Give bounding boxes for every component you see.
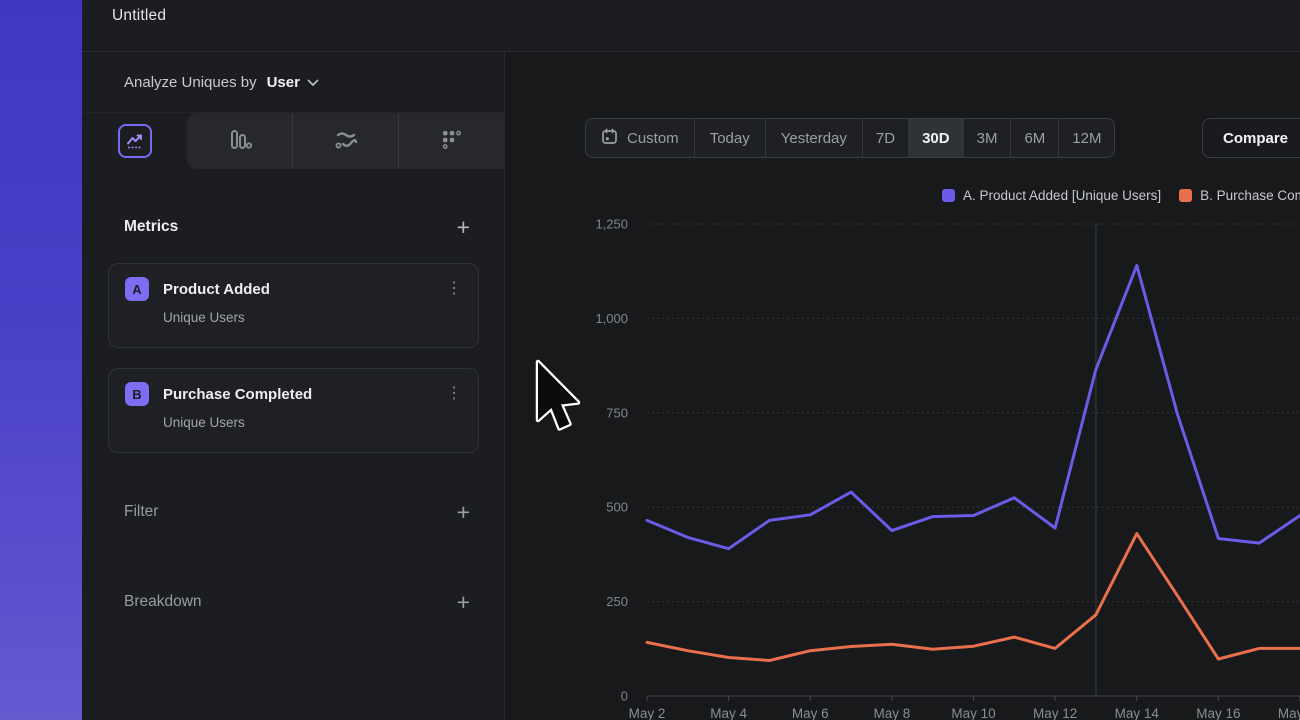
metric-badge-b: B: [125, 382, 149, 406]
svg-text:May 16: May 16: [1196, 706, 1240, 720]
range-yesterday[interactable]: Yesterday: [765, 119, 862, 157]
chart-type-tabstrip: [82, 113, 504, 169]
accent-rail: [0, 0, 82, 720]
metric-card-b[interactable]: B Purchase Completed ⋮ Unique Users: [108, 368, 479, 453]
range-7d[interactable]: 7D: [862, 119, 908, 157]
svg-text:May 14: May 14: [1115, 706, 1160, 720]
svg-text:500: 500: [606, 500, 628, 515]
svg-text:1,000: 1,000: [595, 311, 628, 326]
chart-panel: Custom Today Yesterday 7D 30D 3M 6M 12M …: [505, 52, 1300, 720]
metric-title: Product Added: [163, 281, 270, 298]
range-3m[interactable]: 3M: [963, 119, 1011, 157]
bar-chart-icon: [227, 127, 253, 156]
metric-title: Purchase Completed: [163, 386, 312, 403]
range-label: Custom: [627, 130, 679, 147]
line-chart-icon: [118, 124, 152, 158]
kebab-menu-icon[interactable]: ⋮: [446, 281, 462, 297]
svg-text:May 6: May 6: [792, 706, 829, 720]
svg-text:750: 750: [606, 405, 628, 420]
kebab-menu-icon[interactable]: ⋮: [446, 386, 462, 402]
svg-text:250: 250: [606, 594, 628, 609]
compare-button[interactable]: Compare: [1202, 118, 1300, 158]
retention-grid-icon: [439, 127, 465, 156]
calendar-icon: [601, 128, 618, 149]
chevron-down-icon: [307, 75, 319, 90]
breakdown-section-header: Breakdown +: [124, 589, 470, 615]
metric-subtitle[interactable]: Unique Users: [163, 415, 462, 430]
analyze-label: Analyze Uniques by: [124, 74, 257, 91]
top-bar: Untitled: [82, 0, 1300, 52]
tab-bar-chart[interactable]: [187, 113, 292, 169]
svg-text:May 4: May 4: [710, 706, 747, 720]
query-sidebar: Analyze Uniques by User: [82, 52, 505, 720]
range-6m[interactable]: 6M: [1010, 119, 1058, 157]
report-title[interactable]: Untitled: [112, 7, 166, 25]
svg-text:May 18: May 18: [1278, 706, 1300, 720]
svg-text:1,250: 1,250: [595, 217, 628, 232]
range-12m[interactable]: 12M: [1058, 119, 1114, 157]
svg-text:0: 0: [621, 689, 628, 704]
chart-type-tabs-unselected: [187, 113, 504, 169]
metric-subtitle[interactable]: Unique Users: [163, 310, 462, 325]
range-30d[interactable]: 30D: [908, 119, 963, 157]
svg-text:May 2: May 2: [629, 706, 666, 720]
svg-text:May 12: May 12: [1033, 706, 1077, 720]
metrics-section-header: Metrics +: [124, 214, 470, 240]
date-range-segmented-control: Custom Today Yesterday 7D 30D 3M 6M 12M: [585, 118, 1115, 158]
range-today[interactable]: Today: [694, 119, 765, 157]
tab-insights-line-chart[interactable]: [82, 113, 187, 169]
add-breakdown-button[interactable]: +: [457, 591, 470, 614]
analyze-row: Analyze Uniques by User: [82, 52, 504, 113]
add-filter-button[interactable]: +: [457, 501, 470, 524]
analyze-by-value: User: [267, 74, 300, 91]
line-chart[interactable]: 0 250 500 750 1,000 1,250 May 2 May 4 May 6 May 8…: [505, 170, 1300, 720]
svg-text:May 8: May 8: [873, 706, 910, 720]
analyze-by-dropdown[interactable]: User: [267, 74, 319, 91]
metrics-header-label: Metrics: [124, 218, 178, 236]
tab-flows[interactable]: [292, 113, 398, 169]
flows-icon: [332, 127, 360, 156]
add-metric-button[interactable]: +: [457, 216, 470, 239]
range-custom[interactable]: Custom: [586, 119, 694, 157]
metric-card-a[interactable]: A Product Added ⋮ Unique Users: [108, 263, 479, 348]
filter-header-label: Filter: [124, 503, 158, 521]
tab-retention-grid[interactable]: [398, 113, 504, 169]
svg-text:May 10: May 10: [951, 706, 995, 720]
breakdown-header-label: Breakdown: [124, 593, 202, 611]
filter-section-header: Filter +: [124, 499, 470, 525]
metric-badge-a: A: [125, 277, 149, 301]
